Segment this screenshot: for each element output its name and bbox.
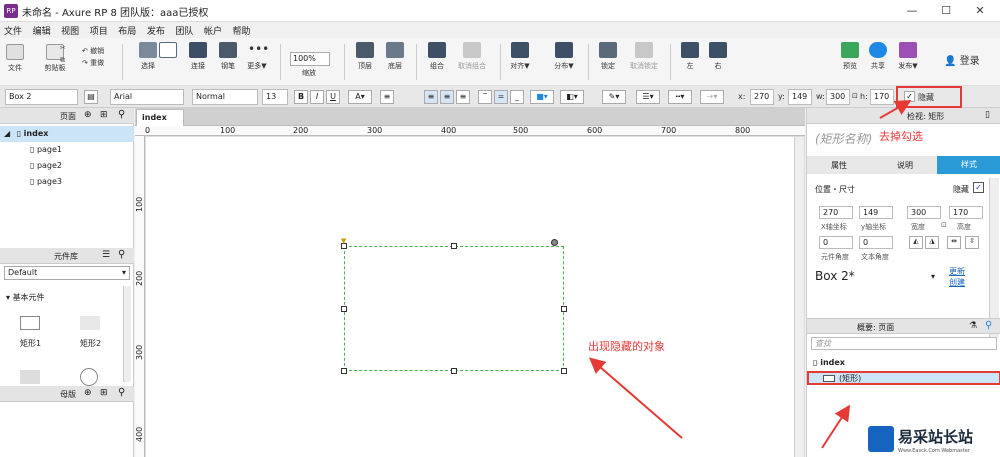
watermark-logo-icon bbox=[868, 426, 894, 452]
watermark-text: 易采站长站 bbox=[898, 428, 974, 446]
watermark: 易采站长站 Www.Easck.Com Webmaster bbox=[866, 424, 1000, 457]
arrow-to-outline bbox=[821, 404, 851, 449]
watermark-sub: Www.Easck.Com Webmaster bbox=[898, 448, 970, 454]
arrow-to-box bbox=[588, 357, 683, 439]
arrow-to-checkbox bbox=[879, 100, 912, 119]
annotation-arrows bbox=[588, 100, 912, 449]
